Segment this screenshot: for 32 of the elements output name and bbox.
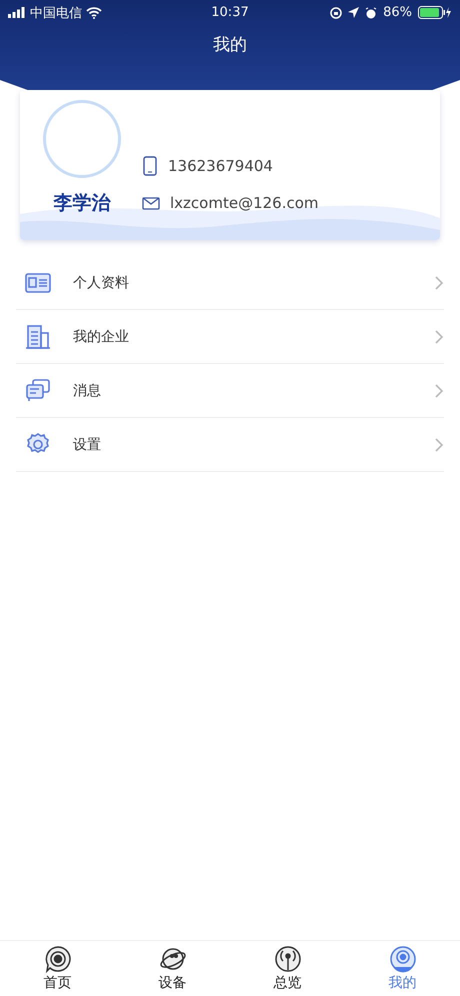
rotation-lock-icon [330, 6, 342, 18]
mail-icon [142, 196, 160, 210]
user-name: 李学治 [54, 191, 110, 216]
tab-item[interactable]: 我的 [345, 941, 460, 996]
target-bubble-icon [44, 945, 72, 973]
phone-number: 13623679404 [168, 157, 273, 175]
chat-icon [25, 378, 51, 404]
signal-icon [8, 7, 26, 18]
chevron-right-icon [434, 274, 444, 290]
clock-time: 10:37 [211, 5, 249, 20]
chevron-right-icon [434, 436, 444, 452]
menu-item[interactable]: 消息 [16, 364, 444, 418]
user-circle-icon [388, 945, 416, 973]
battery-percent: 86% [383, 5, 412, 20]
battery-charging-icon [418, 6, 452, 19]
wifi-icon [86, 6, 102, 18]
location-arrow-icon [348, 7, 360, 18]
tab-item[interactable]: 设备 [115, 941, 230, 996]
tab-item[interactable]: 总览 [230, 941, 345, 996]
chevron-right-icon [434, 382, 444, 398]
email-address: lxzcomte@126.com [170, 194, 318, 212]
menu-item[interactable]: 我的企业 [16, 310, 444, 364]
carrier-name: 中国电信 [30, 4, 82, 22]
tab-item[interactable]: 首页 [0, 941, 115, 996]
alarm-icon [365, 6, 378, 18]
menu-item[interactable]: 设置 [16, 418, 444, 472]
page-title: 我的 [212, 34, 248, 56]
menu-item[interactable]: 个人资料 [16, 256, 444, 310]
chevron-right-icon [434, 328, 444, 344]
signal-tower-icon [274, 945, 302, 973]
building-icon [25, 324, 51, 350]
phone-icon [142, 156, 158, 176]
